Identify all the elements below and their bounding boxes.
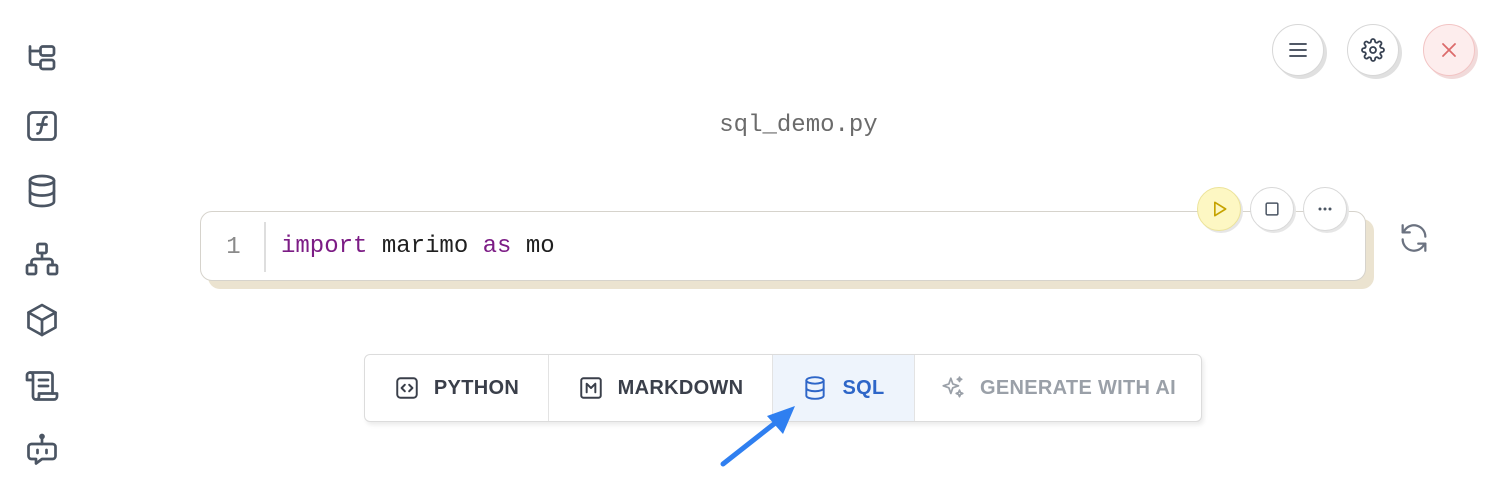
- database-icon[interactable]: [22, 171, 62, 211]
- close-button[interactable]: [1423, 24, 1475, 76]
- generate-with-ai-label: GENERATE WITH AI: [980, 376, 1176, 399]
- stop-cell-button[interactable]: [1250, 187, 1294, 231]
- add-python-cell-button[interactable]: PYTHON: [365, 355, 549, 421]
- add-sql-label: SQL: [842, 376, 885, 399]
- refresh-icon: [1401, 224, 1427, 252]
- add-python-label: PYTHON: [433, 376, 520, 399]
- code-icon: [396, 377, 418, 399]
- sparkles-icon: [942, 376, 964, 398]
- line-number: 1: [201, 222, 266, 272]
- cell-more-actions-button[interactable]: [1303, 187, 1347, 231]
- database-icon: [805, 376, 826, 400]
- code-keyword-import: import: [281, 233, 368, 260]
- markdown-icon: [579, 377, 602, 399]
- ellipsis-icon: [1318, 207, 1332, 211]
- code-text-alias: mo: [511, 233, 555, 260]
- scroll-icon[interactable]: [22, 366, 62, 406]
- annotation-arrow: [720, 406, 795, 467]
- refresh-button[interactable]: [1394, 218, 1434, 258]
- stop-icon: [1265, 202, 1279, 216]
- code-text-module: marimo: [367, 233, 483, 260]
- code-keyword-as: as: [482, 233, 512, 260]
- add-markdown-label: MARKDOWN: [617, 376, 744, 399]
- hamburger-menu-icon: [1289, 43, 1307, 57]
- code-editor[interactable]: import marimo as mo: [281, 212, 555, 282]
- menu-button[interactable]: [1272, 24, 1324, 76]
- gear-icon: [1361, 38, 1385, 62]
- package-icon[interactable]: [22, 300, 62, 340]
- notebook-filename[interactable]: sql_demo.py: [0, 112, 1502, 139]
- dependency-graph-icon[interactable]: [22, 239, 62, 279]
- close-icon: [1442, 43, 1456, 57]
- code-cell[interactable]: 1 import marimo as mo: [200, 211, 1366, 281]
- bot-icon[interactable]: [22, 430, 62, 470]
- play-icon: [1214, 201, 1227, 217]
- run-cell-button[interactable]: [1197, 187, 1241, 231]
- generate-with-ai-button[interactable]: GENERATE WITH AI: [915, 355, 1201, 421]
- file-tree-icon[interactable]: [22, 40, 62, 80]
- settings-button[interactable]: [1347, 24, 1399, 76]
